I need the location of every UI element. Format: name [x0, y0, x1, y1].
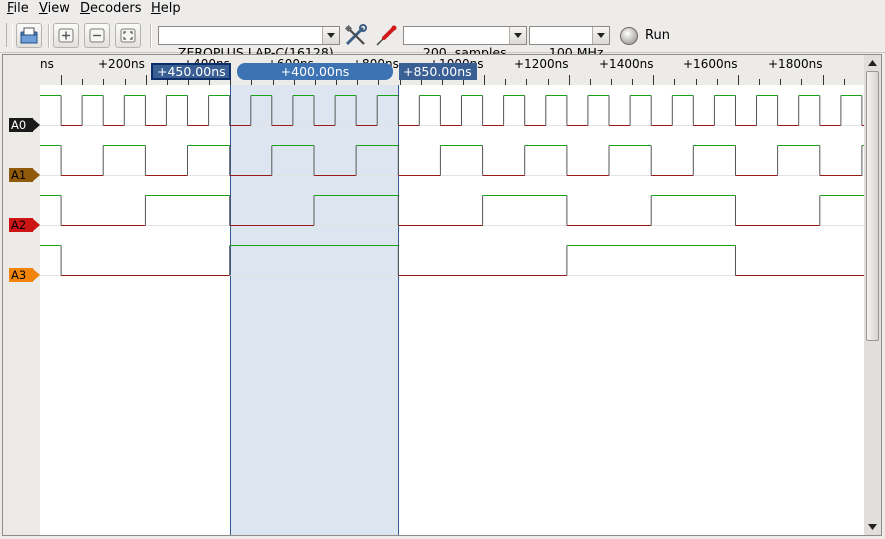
open-button[interactable] — [16, 23, 42, 48]
channel-name: A2 — [9, 218, 33, 232]
samples-select[interactable]: 200 samples — [403, 26, 527, 60]
device-select[interactable]: ZEROPLUS LAP-C(16128) — [158, 26, 340, 60]
toolbar-grip[interactable] — [6, 23, 13, 47]
channel-flag-icon — [32, 168, 40, 182]
tools-icon — [344, 24, 367, 46]
ruler-label: +1600ns — [683, 57, 738, 71]
waveform-traces — [40, 95, 864, 276]
channel-label-a1[interactable]: A1 — [9, 168, 40, 182]
cursor-right-flag[interactable]: +850.00ns — [399, 63, 477, 80]
chevron-down-icon — [509, 27, 526, 44]
chevron-down-icon — [322, 27, 339, 44]
menu-help[interactable]: Help — [151, 1, 181, 16]
run-button[interactable] — [620, 27, 638, 45]
vertical-scrollbar[interactable] — [864, 55, 881, 535]
zoom-fit-icon — [120, 28, 136, 43]
ruler-label: +1400ns — [599, 57, 654, 71]
channel-label-a0[interactable]: A0 — [9, 118, 40, 132]
channel-name: A3 — [9, 268, 33, 282]
ruler-tick — [145, 75, 147, 85]
toolbar: ZEROPLUS LAP-C(16128) 200 samples 100 MH… — [0, 19, 885, 60]
configure-device-button[interactable] — [343, 23, 369, 48]
ruler-tick — [568, 75, 570, 85]
channel-name: A0 — [9, 118, 33, 132]
menu-view[interactable]: View — [39, 1, 70, 16]
ruler-label: +200ns — [98, 57, 145, 71]
folder-icon — [20, 27, 38, 44]
channel-label-a2[interactable]: A2 — [9, 218, 40, 232]
probe-button[interactable] — [373, 23, 399, 48]
channel-flag-icon — [32, 118, 40, 132]
zoom-in-icon — [58, 28, 74, 43]
channel-flag-icon — [32, 268, 40, 282]
zoom-in-button[interactable] — [53, 23, 79, 48]
ruler-label: +1800ns — [768, 57, 823, 71]
samplerate-select[interactable]: 100 MHz — [529, 26, 610, 60]
scroll-up-icon[interactable] — [864, 56, 881, 70]
probe-icon — [376, 25, 397, 46]
toolbar-separator — [48, 24, 50, 48]
menu-decoders[interactable]: Decoders — [80, 1, 141, 16]
waveform-area[interactable] — [40, 85, 864, 535]
ruler-tick — [737, 75, 739, 85]
cursor-delta-flag[interactable]: +400.00ns — [237, 63, 393, 80]
scroll-down-icon[interactable] — [864, 520, 881, 534]
ruler-tick — [653, 75, 655, 85]
channel-label-a3[interactable]: A3 — [9, 268, 40, 282]
zoom-out-icon — [89, 28, 105, 43]
channel-flag-icon — [32, 218, 40, 232]
menu-bar: File View Decoders Help — [0, 0, 885, 18]
scrollbar-thumb[interactable] — [866, 71, 879, 341]
ruler-tick — [61, 75, 63, 85]
channel-name: A1 — [9, 168, 33, 182]
ruler-tick — [484, 75, 486, 85]
cursor-left-flag[interactable]: +450.00ns — [151, 63, 231, 80]
chevron-down-icon — [592, 27, 609, 44]
menu-file[interactable]: File — [7, 1, 29, 16]
ruler-label: ns — [40, 57, 54, 71]
zoom-out-button[interactable] — [84, 23, 110, 48]
zoom-fit-button[interactable] — [115, 23, 141, 48]
ruler-label: +1200ns — [514, 57, 569, 71]
toolbar-separator — [150, 24, 152, 48]
run-label[interactable]: Run — [645, 28, 670, 43]
ruler-tick — [822, 75, 824, 85]
